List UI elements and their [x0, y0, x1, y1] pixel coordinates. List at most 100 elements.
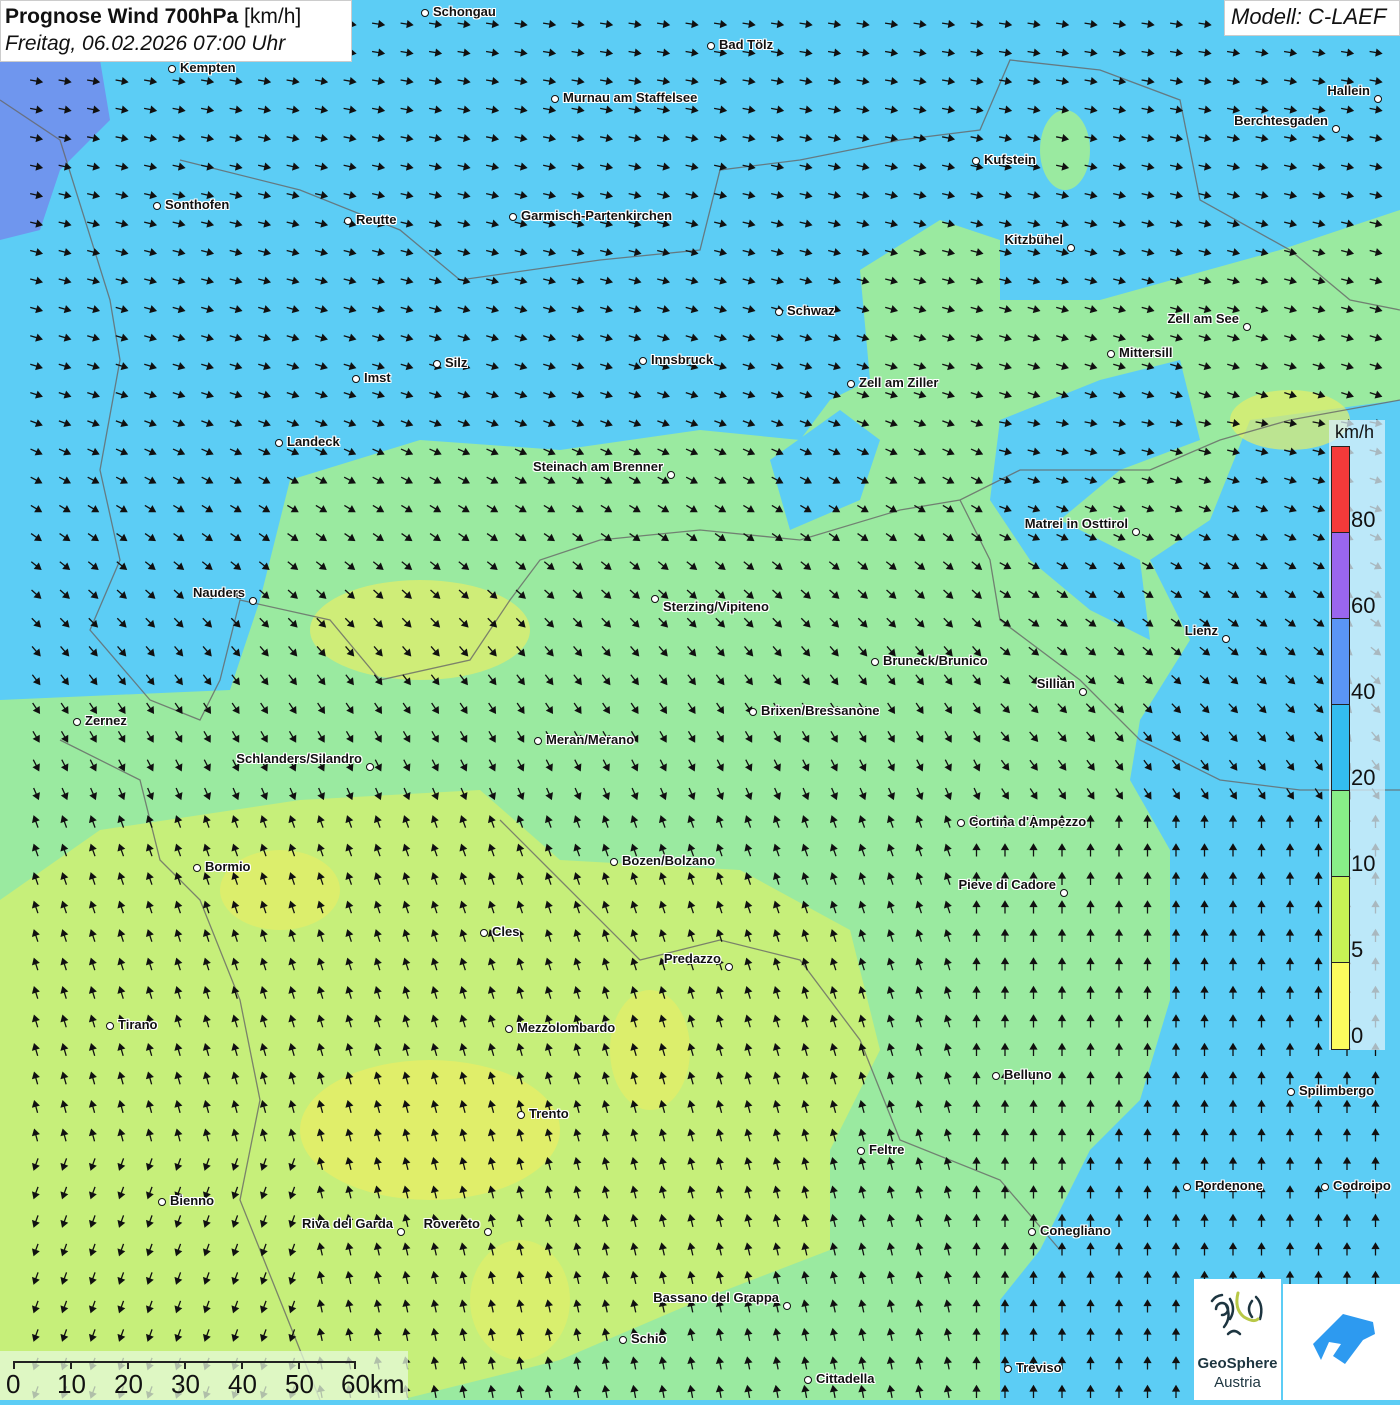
scale-label: 30 [171, 1369, 200, 1399]
city-dot-icon [783, 1302, 791, 1310]
city-dot-icon [992, 1072, 1000, 1080]
city-dot-icon [707, 42, 715, 50]
city-dot-icon [847, 380, 855, 388]
legend-swatch-20-40 [1331, 704, 1350, 791]
legend-tick: 5 [1351, 937, 1364, 962]
city-dot-icon [168, 65, 176, 73]
city-name: Schlanders/Silandro [236, 751, 362, 766]
city-dot-icon [505, 1025, 513, 1033]
city-dot-icon [972, 157, 980, 165]
wind-zone-0-5 [610, 990, 690, 1110]
map-title: Prognose Wind 700hPa [5, 5, 239, 28]
city-dot-icon [1183, 1183, 1191, 1191]
partner-logo[interactable] [1283, 1284, 1400, 1400]
scale-label: 20 [114, 1369, 143, 1399]
city-dot-icon [153, 202, 161, 210]
scale-bar: 0 10 20 30 40 50 60km [0, 1351, 408, 1400]
city-name: Kitzbühel [1004, 232, 1064, 247]
city-dot-icon [1060, 889, 1068, 897]
city-name: Zell am Ziller [859, 375, 939, 390]
city-name: Schwaz [787, 303, 835, 318]
city-name: Reutte [356, 212, 397, 227]
scale-label: 50 [285, 1369, 314, 1399]
city-dot-icon [857, 1147, 865, 1155]
city-name: Pieve di Cadore [958, 877, 1056, 892]
city-name: Kufstein [984, 152, 1036, 167]
legend-unit: km/h [1335, 422, 1375, 442]
city-dot-icon [433, 360, 441, 368]
city-dot-icon [249, 597, 257, 605]
city-name: Schongau [433, 4, 496, 19]
city-name: Bormio [205, 859, 251, 874]
city-dot-icon [1079, 688, 1087, 696]
city-dot-icon [509, 213, 517, 221]
city-dot-icon [158, 1198, 166, 1206]
city-dot-icon [1287, 1088, 1295, 1096]
city-dot-icon [749, 708, 757, 716]
city-dot-icon [484, 1228, 492, 1236]
city-name: Steinach am Brenner [532, 459, 663, 474]
city-name: Zell am See [1167, 311, 1239, 326]
city-dot-icon [1222, 635, 1230, 643]
city-name: Garmisch-Partenkirchen [521, 208, 673, 223]
city-name: Nauders [192, 585, 245, 600]
city-dot-icon [534, 737, 542, 745]
wind-zone-0-5 [310, 580, 530, 680]
color-legend: km/h 80 60 40 20 10 5 0 [1329, 420, 1385, 1050]
city-dot-icon [725, 963, 733, 971]
city-name: Trento [529, 1106, 569, 1121]
map-title-box: Prognose Wind 700hPa [km/h] Freitag, 06.… [0, 0, 352, 62]
city-dot-icon [397, 1228, 405, 1236]
forecast-datetime: Freitag, 06.02.2026 07:00 Uhr [5, 32, 286, 55]
city-dot-icon [1067, 244, 1075, 252]
city-name: Spilimbergo [1299, 1083, 1375, 1098]
geosphere-logo[interactable]: GeoSphere Austria [1194, 1279, 1281, 1400]
city-dot-icon [804, 1376, 812, 1384]
city-dot-icon [551, 95, 559, 103]
city-name: Mittersill [1119, 345, 1173, 360]
geosphere-logo-icon [1210, 1291, 1263, 1336]
city-name: Meran/Merano [546, 732, 635, 747]
city-name: Conegliano [1040, 1223, 1111, 1238]
city-name: Lienz [1184, 623, 1218, 638]
city-name: Brixen/Bressanone [761, 703, 880, 718]
map-title-unit: [km/h] [244, 5, 302, 28]
legend-tick: 0 [1351, 1023, 1364, 1048]
city-dot-icon [275, 439, 283, 447]
city-name: Murnau am Staffelsee [563, 90, 698, 105]
geosphere-country: Austria [1214, 1374, 1261, 1391]
city-dot-icon [344, 217, 352, 225]
city-name: Bruneck/Brunico [883, 653, 988, 668]
scale-label: 60km [341, 1369, 405, 1399]
city-dot-icon [1004, 1365, 1012, 1373]
city-name: Cles [492, 924, 520, 939]
city-dot-icon [1028, 1228, 1036, 1236]
city-dot-icon [1374, 95, 1382, 103]
city-name: Hallein [1327, 83, 1370, 98]
city-name: Sterzing/Vipiteno [663, 599, 769, 614]
city-name: Tirano [118, 1017, 158, 1032]
city-name: Matrei in Osttirol [1024, 516, 1128, 531]
city-name: Silz [445, 355, 468, 370]
city-name: Rovereto [423, 1216, 480, 1231]
city-name: Feltre [869, 1142, 905, 1157]
city-dot-icon [775, 308, 783, 316]
city-name: Codroipo [1333, 1178, 1391, 1193]
city-dot-icon [193, 864, 201, 872]
city-name: Sillian [1036, 676, 1075, 691]
legend-swatch-60-80 [1331, 532, 1350, 619]
legend-tick: 40 [1351, 679, 1376, 704]
legend-swatch-40-60 [1331, 618, 1350, 705]
legend-swatch-10-20 [1331, 790, 1350, 877]
city-dot-icon [1243, 323, 1251, 331]
legend-tick: 80 [1351, 507, 1376, 532]
legend-swatch-0-5 [1331, 962, 1350, 1050]
city-dot-icon [1321, 1183, 1329, 1191]
city-name: Treviso [1016, 1360, 1062, 1375]
city-dot-icon [73, 718, 81, 726]
city-dot-icon [366, 763, 374, 771]
city-dot-icon [1132, 528, 1140, 536]
legend-swatch-5-10 [1331, 876, 1350, 963]
legend-tick: 10 [1351, 851, 1376, 876]
mountain-logo-icon [1313, 1314, 1375, 1364]
